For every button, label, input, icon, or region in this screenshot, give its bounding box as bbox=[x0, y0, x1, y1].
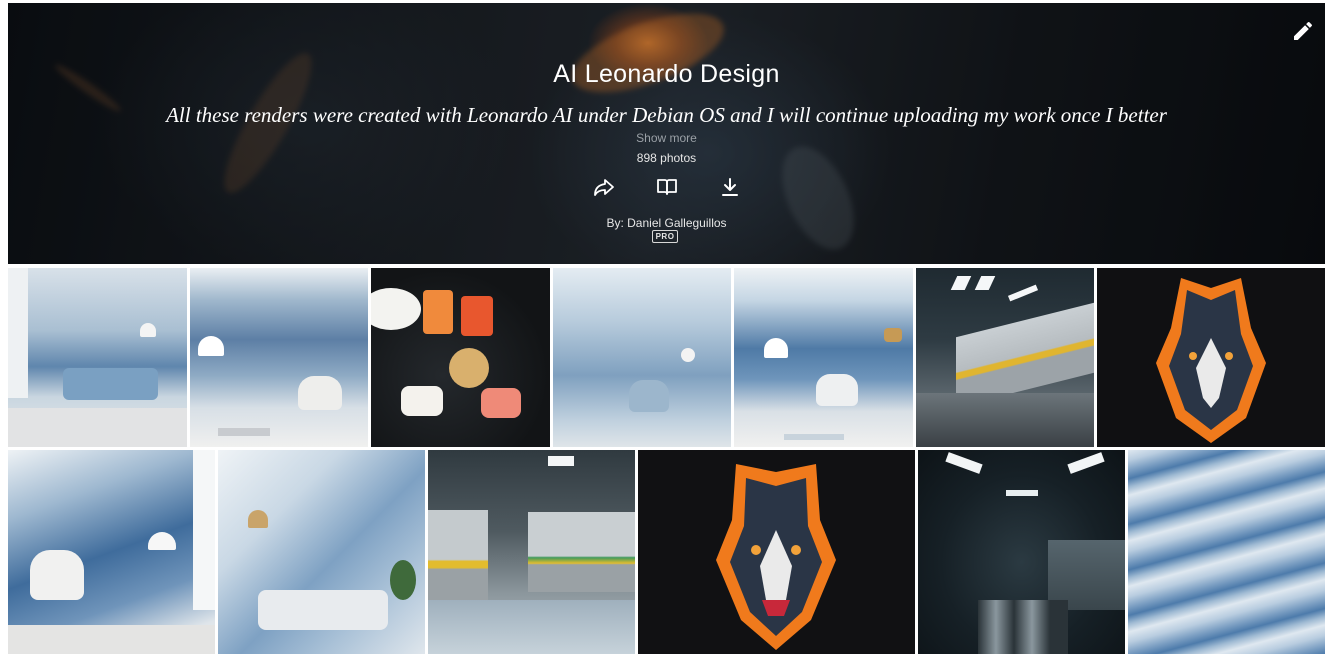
lamp bbox=[140, 323, 156, 337]
wolf-illustration bbox=[1156, 278, 1266, 443]
ceiling-light bbox=[1007, 284, 1039, 302]
pencil-icon bbox=[1294, 21, 1313, 40]
download-icon bbox=[721, 178, 738, 196]
armchair bbox=[816, 374, 858, 406]
album-description: All these renders were created with Leon… bbox=[166, 103, 1167, 127]
album-title: AI Leonardo Design bbox=[553, 60, 780, 88]
photo-thumbnail[interactable] bbox=[371, 268, 550, 447]
armchair bbox=[298, 376, 342, 410]
album-author[interactable]: By: Daniel Galleguillos bbox=[8, 216, 1325, 230]
armchair bbox=[30, 550, 84, 600]
platform bbox=[428, 600, 635, 654]
floor-lamp bbox=[248, 510, 268, 528]
sofa bbox=[258, 590, 388, 630]
photo-thumbnail[interactable] bbox=[8, 268, 187, 447]
photo-thumbnail[interactable] bbox=[190, 268, 368, 447]
sushi-piece bbox=[401, 386, 443, 416]
photo-thumbnail[interactable] bbox=[8, 450, 215, 654]
ceiling-light bbox=[1006, 490, 1038, 496]
ceiling-light bbox=[950, 276, 972, 290]
armchair bbox=[629, 380, 669, 412]
rug bbox=[218, 428, 270, 436]
photo-thumbnail[interactable] bbox=[553, 268, 731, 447]
photo-count: 898 photos bbox=[636, 151, 697, 165]
photo-thumbnail[interactable] bbox=[1097, 268, 1325, 447]
wall-panel bbox=[8, 268, 28, 398]
ceiling-light bbox=[1067, 452, 1105, 474]
train bbox=[428, 510, 488, 600]
drink-glass bbox=[423, 290, 453, 334]
edit-button[interactable] bbox=[1291, 19, 1315, 43]
plate bbox=[371, 288, 421, 330]
share-button[interactable] bbox=[592, 175, 616, 199]
photo-thumbnail[interactable] bbox=[218, 450, 425, 654]
rug bbox=[784, 434, 844, 440]
pendant-lamp bbox=[198, 336, 224, 356]
sushi-piece bbox=[481, 388, 521, 418]
photo-thumbnail[interactable] bbox=[1128, 450, 1325, 654]
floor bbox=[8, 625, 215, 654]
photo-thumbnail[interactable] bbox=[918, 450, 1125, 654]
lamp bbox=[681, 348, 695, 362]
photo-thumbnail[interactable] bbox=[734, 268, 913, 447]
book-icon bbox=[656, 179, 677, 195]
photo-thumbnail[interactable] bbox=[916, 268, 1094, 447]
share-icon bbox=[593, 179, 614, 196]
rails bbox=[978, 600, 1068, 654]
ceiling-light bbox=[974, 276, 996, 290]
drink-glass bbox=[461, 296, 493, 336]
ceiling-light bbox=[945, 452, 983, 474]
floor bbox=[8, 408, 187, 447]
garnish bbox=[449, 348, 489, 388]
sofa bbox=[63, 368, 158, 400]
window bbox=[193, 450, 215, 610]
train bbox=[956, 302, 1094, 408]
wolf-illustration bbox=[716, 464, 836, 650]
lamp bbox=[148, 532, 176, 550]
plant bbox=[390, 560, 416, 600]
download-button[interactable] bbox=[718, 175, 742, 199]
brass-lamp bbox=[884, 328, 902, 342]
pendant-lamp bbox=[764, 338, 788, 358]
slideshow-button[interactable] bbox=[655, 175, 679, 199]
photo-thumbnail[interactable] bbox=[638, 450, 915, 654]
album-actions bbox=[8, 175, 1325, 199]
ceiling-light bbox=[548, 456, 574, 466]
pro-badge: PRO bbox=[652, 230, 678, 243]
album-header: AI Leonardo Design All these renders wer… bbox=[8, 3, 1325, 264]
platform bbox=[916, 393, 1094, 447]
show-more-link[interactable]: Show more bbox=[8, 131, 1325, 145]
train bbox=[528, 512, 635, 592]
photo-thumbnail[interactable] bbox=[428, 450, 635, 654]
